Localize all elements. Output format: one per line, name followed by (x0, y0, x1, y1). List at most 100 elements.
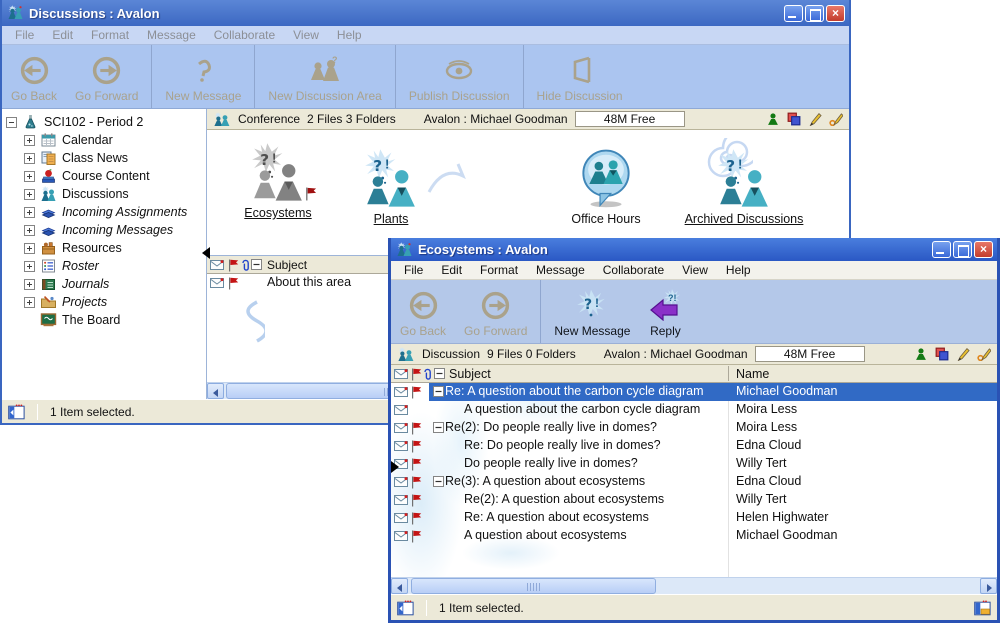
tree-item[interactable]: Roster (2, 257, 206, 275)
scroll-left-button[interactable] (391, 578, 408, 594)
scroll-left-button[interactable] (207, 383, 224, 399)
layers-icon[interactable] (787, 112, 801, 126)
protection-person-icon[interactable] (914, 347, 928, 361)
desktop-item[interactable]: ? ! Plants (343, 148, 439, 226)
maximize-button[interactable] (805, 5, 824, 22)
close-button[interactable] (974, 241, 993, 258)
window2-titlebar[interactable]: Ecosystems : Avalon (391, 238, 997, 261)
tree-item[interactable]: Resources (2, 239, 206, 257)
toolbar-button[interactable]: Hide Discussion (523, 45, 632, 108)
pencil-key-icon[interactable] (829, 112, 843, 126)
pencil-icon[interactable] (956, 347, 970, 361)
tree-item[interactable]: Incoming Messages (2, 221, 206, 239)
message-row[interactable]: Re(2): Do people really live in domes? M… (391, 419, 997, 437)
horizontal-scrollbar[interactable] (391, 577, 997, 594)
toolbar-button[interactable]: Go Forward (66, 45, 147, 108)
message-row[interactable]: Re(2): A question about ecosystems Willy… (391, 491, 997, 509)
message-row[interactable]: A question about the carbon cycle diagra… (391, 401, 997, 419)
tree-item[interactable]: Projects (2, 293, 206, 311)
toolbar-button[interactable]: Go Forward (455, 280, 536, 343)
message-row[interactable]: Re(3): A question about ecosystems Edna … (391, 473, 997, 491)
tree-item[interactable]: Class News (2, 149, 206, 167)
expand-box-icon[interactable] (24, 279, 35, 290)
message-row[interactable]: Re: A question about the carbon cycle di… (391, 383, 997, 401)
expand-box-icon[interactable] (24, 225, 35, 236)
message-author: Edna Cloud (736, 474, 801, 488)
expand-box-icon[interactable] (24, 153, 35, 164)
menu-item[interactable]: View (674, 262, 716, 278)
message-list-header[interactable]: Subject Name (391, 365, 997, 383)
desktop-item-label: Plants (343, 212, 439, 226)
scroll-right-button[interactable] (980, 578, 997, 594)
menu-item[interactable]: Edit (433, 262, 470, 278)
minimize-button[interactable] (784, 5, 803, 22)
tree-root-item[interactable]: SCI102 - Period 2 (2, 113, 206, 131)
discussion-header-bar: Discussion 9 Files 0 Folders Avalon : Mi… (391, 344, 997, 365)
collapse-box-icon[interactable] (251, 259, 262, 273)
toolbar-button[interactable]: New Message (151, 45, 250, 108)
pencil-key-icon[interactable] (977, 347, 991, 361)
collapse-box-icon[interactable] (6, 117, 17, 128)
window1-titlebar[interactable]: Discussions : Avalon (2, 0, 849, 26)
menu-item[interactable]: View (285, 27, 327, 43)
scrollbar-thumb[interactable] (411, 578, 656, 594)
desktop-item[interactable]: ? ! Ecosystems (223, 142, 333, 220)
menu-item[interactable]: File (396, 262, 431, 278)
menu-item[interactable]: Message (528, 262, 593, 278)
menu-item[interactable]: Format (83, 27, 137, 43)
minimize-button[interactable] (932, 241, 951, 258)
tree-item[interactable]: Discussions (2, 185, 206, 203)
collapse-thread-icon[interactable] (433, 476, 444, 490)
toolbar-button[interactable]: ? New Discussion Area (254, 45, 390, 108)
message-row[interactable]: A question about ecosystems Michael Good… (391, 527, 997, 545)
tree-item[interactable]: Calendar (2, 131, 206, 149)
protection-person-icon[interactable] (766, 112, 780, 126)
menu-item[interactable]: Format (472, 262, 526, 278)
close-button[interactable] (826, 5, 845, 22)
menu-item[interactable]: Help (329, 27, 370, 43)
summary-panel-icon[interactable] (974, 600, 991, 616)
message-row[interactable]: Do people really live in domes? Willy Te… (391, 455, 997, 473)
conference-desktop: ? ! Ecosystems ? ! Plants Office Hours ?… (207, 130, 849, 255)
expand-box-icon[interactable] (24, 189, 35, 200)
panel-toggle-icon[interactable] (397, 600, 414, 616)
menu-item[interactable]: Collaborate (595, 262, 672, 278)
panel-toggle-icon[interactable] (8, 404, 25, 420)
expand-box-icon[interactable] (24, 135, 35, 146)
toolbar-button[interactable]: ?! New Message (540, 280, 639, 343)
layers-icon[interactable] (935, 347, 949, 361)
collapse-box-icon[interactable] (434, 368, 445, 382)
toolbar-button[interactable]: Publish Discussion (395, 45, 519, 108)
desktop-item[interactable]: ? ! Archived Discussions (669, 148, 819, 226)
tree-item[interactable]: Journals (2, 275, 206, 293)
column-divider[interactable] (728, 366, 729, 381)
message-subject: Do people really live in domes? (464, 456, 638, 470)
maximize-button[interactable] (953, 241, 972, 258)
expand-box-icon[interactable] (24, 171, 35, 182)
desktop-item[interactable]: Office Hours (551, 148, 661, 226)
menu-item[interactable]: Edit (44, 27, 81, 43)
tree-item-label: Class News (62, 151, 128, 165)
toolbar-button[interactable]: ?! Reply (639, 280, 691, 343)
expand-box-icon[interactable] (24, 297, 35, 308)
expand-box-icon[interactable] (24, 207, 35, 218)
tree-item-icon (40, 222, 57, 238)
menu-item[interactable]: Message (139, 27, 204, 43)
collapse-thread-icon[interactable] (433, 422, 444, 436)
toolbar-button[interactable]: Go Back (2, 45, 66, 108)
tree-item[interactable]: Incoming Assignments (2, 203, 206, 221)
expand-box-icon[interactable] (24, 243, 35, 254)
tree-item[interactable]: Course Content (2, 167, 206, 185)
expand-box-icon[interactable] (24, 261, 35, 272)
toolbar-button[interactable]: Go Back (391, 280, 455, 343)
menu-item[interactable]: File (7, 27, 42, 43)
message-row[interactable]: Re: Do people really live in domes? Edna… (391, 437, 997, 455)
tree-item[interactable]: The Board (2, 311, 206, 329)
message-row[interactable]: Re: A question about ecosystems Helen Hi… (391, 509, 997, 527)
envelope-icon (394, 512, 409, 527)
envelope-icon (394, 368, 409, 383)
collapse-thread-icon[interactable] (433, 386, 444, 400)
menu-item[interactable]: Help (718, 262, 759, 278)
menu-item[interactable]: Collaborate (206, 27, 283, 43)
pencil-icon[interactable] (808, 112, 822, 126)
